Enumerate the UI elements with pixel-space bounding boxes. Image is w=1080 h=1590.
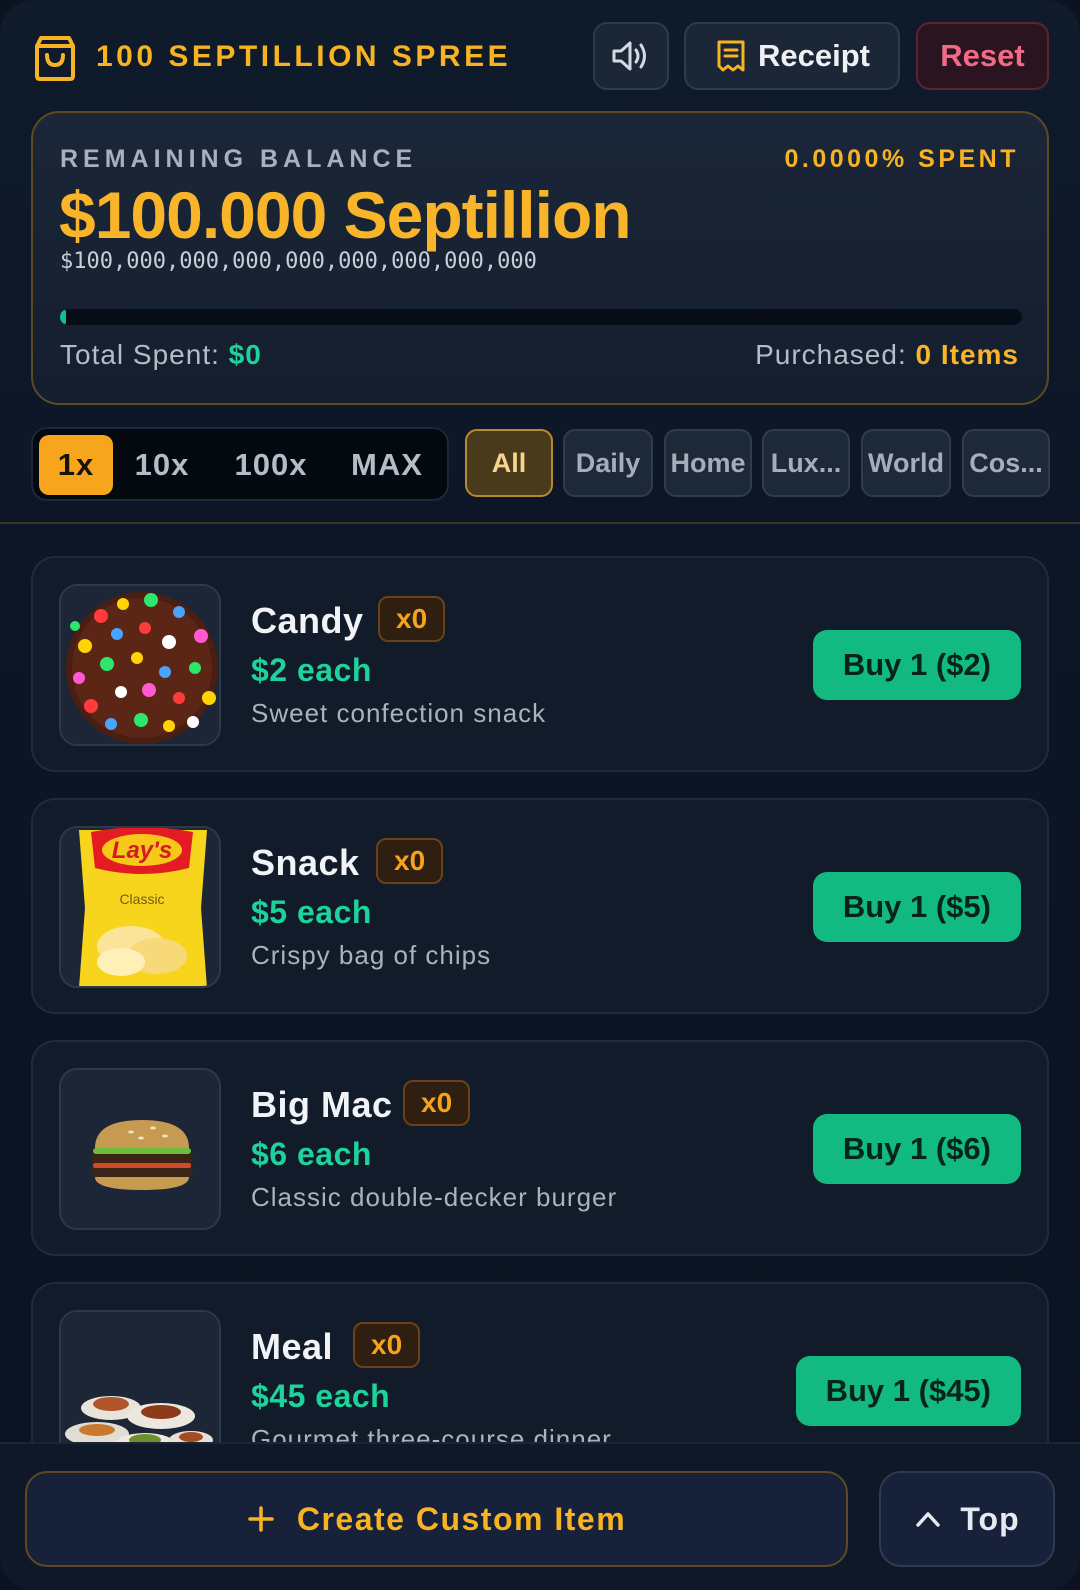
- multiplier-selector: 1x 10x 100x MAX: [31, 427, 449, 501]
- item-name: Candy: [251, 600, 364, 641]
- candy-image: [59, 584, 221, 746]
- list-item: Meal x0 $45 each Gourmet three-course di…: [31, 1282, 1049, 1442]
- purchased-count: Purchased: 0 Items: [755, 339, 1019, 371]
- meal-illustration: [61, 1312, 219, 1442]
- balance-amount: $100.000 Septillion: [59, 178, 632, 252]
- item-price: $45 each: [251, 1378, 391, 1414]
- chevron-up-icon: [916, 1512, 941, 1527]
- category-tab-world[interactable]: World: [861, 429, 951, 497]
- chips-brand-sub: Classic: [119, 891, 164, 907]
- item-description: Classic double-decker burger: [251, 1182, 618, 1212]
- quantity-badge: x0: [378, 596, 446, 642]
- balance-label: REMAINING BALANCE: [60, 145, 418, 173]
- purchased-value: 0 Items: [915, 339, 1019, 370]
- spend-progress-bar: [60, 309, 1022, 325]
- shopping-bag-icon: [35, 36, 75, 81]
- quantity-badge: x0: [376, 838, 444, 884]
- item-price: $6 each: [251, 1136, 372, 1172]
- item-name: Big Mac: [251, 1084, 393, 1125]
- scroll-to-top-button[interactable]: Top: [879, 1471, 1055, 1567]
- reset-label: Reset: [940, 38, 1025, 73]
- item-description: Gourmet three-course dinner: [251, 1424, 612, 1442]
- buy-button[interactable]: Buy 1 ($5): [812, 872, 1021, 942]
- scroll-to-top-label: Top: [960, 1500, 1020, 1537]
- candy-illustration: [61, 586, 219, 744]
- multiplier-max[interactable]: MAX: [337, 435, 437, 495]
- app-window: 100 SEPTILLION SPREE Receipt Reset REMAI…: [0, 0, 1080, 1590]
- meal-image: [59, 1310, 221, 1442]
- quantity-badge: x0: [403, 1080, 471, 1126]
- list-item: Candy x0 $2 each Sweet confection snack …: [31, 556, 1049, 772]
- total-spent-label: Total Spent:: [60, 339, 229, 370]
- multiplier-1x[interactable]: 1x: [39, 435, 113, 495]
- chips-bag-image: Lay's Classic: [59, 826, 221, 988]
- buy-button[interactable]: Buy 1 ($2): [812, 630, 1021, 700]
- chips-bag-illustration: Lay's Classic: [61, 828, 219, 986]
- balance-card: REMAINING BALANCE 0.0000% SPENT $100.000…: [31, 111, 1049, 405]
- receipt-label: Receipt: [758, 38, 870, 73]
- quantity-badge: x0: [353, 1322, 421, 1368]
- category-tab-home[interactable]: Home: [664, 429, 752, 497]
- spend-progress-fill: [60, 309, 66, 325]
- item-name: Snack: [251, 842, 360, 883]
- item-description: Sweet confection snack: [251, 698, 547, 728]
- spent-percent: 0.0000% SPENT: [784, 145, 1019, 173]
- receipt-icon: [717, 40, 745, 72]
- list-item: Big Mac x0 $6 each Classic double-decker…: [31, 1040, 1049, 1256]
- category-tab-daily[interactable]: Daily: [563, 429, 653, 497]
- bottom-bar: Create Custom Item Top: [0, 1442, 1080, 1590]
- burger-image: [59, 1068, 221, 1230]
- header: 100 SEPTILLION SPREE Receipt Reset: [0, 0, 1080, 110]
- item-list[interactable]: Candy x0 $2 each Sweet confection snack …: [0, 524, 1080, 1442]
- buy-button[interactable]: Buy 1 ($45): [795, 1356, 1021, 1426]
- reset-button[interactable]: Reset: [916, 22, 1049, 90]
- chips-brand-text: Lay's: [112, 837, 172, 864]
- plus-icon: [248, 1506, 274, 1532]
- category-tab-luxury[interactable]: Lux...: [762, 429, 850, 497]
- burger-illustration: [61, 1070, 219, 1228]
- receipt-button[interactable]: Receipt: [684, 22, 900, 90]
- list-item: Lay's Classic Snack x0 $5 each Crispy ba…: [31, 798, 1049, 1014]
- item-price: $5 each: [251, 894, 372, 930]
- purchased-label: Purchased:: [755, 339, 916, 370]
- volume-icon: [612, 41, 646, 71]
- category-tab-cosmic[interactable]: Cos...: [962, 429, 1050, 497]
- total-spent-value: $0: [228, 339, 262, 370]
- app-title: 100 SEPTILLION SPREE: [96, 40, 512, 73]
- item-name: Meal: [251, 1326, 334, 1367]
- multiplier-100x[interactable]: 100x: [219, 435, 323, 495]
- total-spent: Total Spent: $0: [60, 339, 262, 371]
- sound-toggle-button[interactable]: [593, 22, 669, 90]
- category-tab-all[interactable]: All: [465, 429, 553, 497]
- balance-full-amount: $100,000,000,000,000,000,000,000,000: [60, 249, 537, 274]
- create-custom-item-button[interactable]: Create Custom Item: [25, 1471, 848, 1567]
- create-custom-item-label: Create Custom Item: [296, 1500, 627, 1537]
- buy-button[interactable]: Buy 1 ($6): [812, 1114, 1021, 1184]
- item-price: $2 each: [251, 652, 372, 688]
- multiplier-10x[interactable]: 10x: [123, 435, 201, 495]
- item-description: Crispy bag of chips: [251, 940, 492, 970]
